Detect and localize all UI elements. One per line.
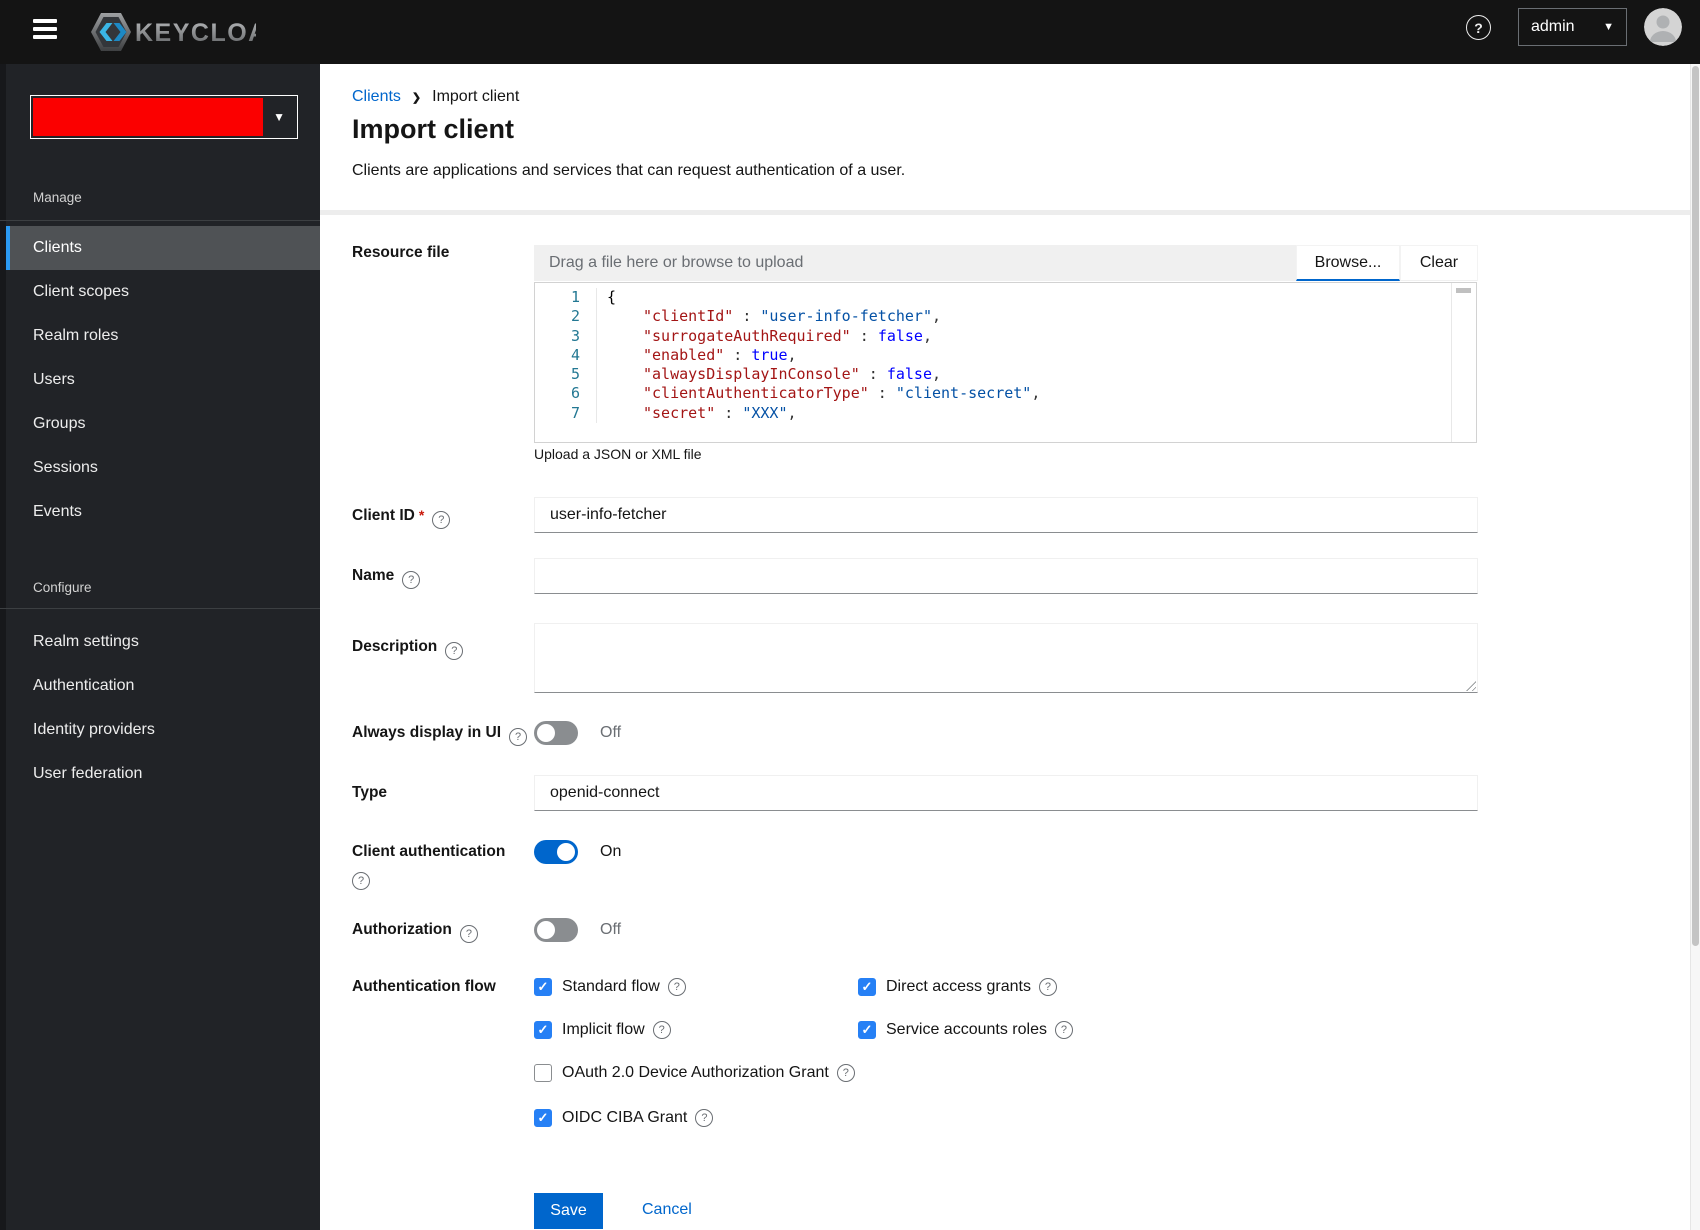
sidebar-item-authentication[interactable]: Authentication [6,664,320,708]
hamburger-menu-icon[interactable] [33,19,59,45]
sidebar-item-groups[interactable]: Groups [6,402,320,446]
browse-button[interactable]: Browse... [1296,245,1400,281]
checkbox-row-service-accounts: Service accounts roles [858,1021,1073,1039]
sidebar-item-clients[interactable]: Clients [6,226,320,270]
name-input[interactable] [534,558,1478,594]
breadcrumb-current: Import client [432,88,520,105]
always-display-help-icon[interactable] [509,728,528,746]
keycloak-logo-image: KEYCLOAK [91,13,286,51]
user-menu-label: admin [1531,18,1575,35]
always-display-label: Always display in UI [352,723,528,746]
client-id-input[interactable] [534,497,1478,533]
authorization-toggle[interactable] [534,918,578,942]
type-label: Type [352,784,388,801]
oidc-ciba-grant-checkbox[interactable] [534,1109,552,1127]
service-accounts-roles-help-icon[interactable] [1054,1021,1073,1039]
sidebar-item-identity-providers[interactable]: Identity providers [6,708,320,752]
always-display-toggle[interactable] [534,721,578,745]
oauth-device-grant-checkbox[interactable] [534,1064,552,1082]
authorization-help-icon[interactable] [459,925,478,943]
divider [0,608,320,609]
resource-file-helper: Upload a JSON or XML file [534,446,702,462]
sidebar: Manage Clients Client scopes Realm roles… [0,64,320,1230]
sidebar-item-sessions[interactable]: Sessions [6,446,320,490]
nav-group-manage: Manage [33,190,82,205]
sidebar-item-events[interactable]: Events [6,490,320,534]
type-input[interactable] [534,775,1478,811]
checkbox-row-standard-flow: Standard flow [534,978,686,996]
resource-file-label: Resource file [352,244,450,261]
clear-button[interactable]: Clear [1400,245,1478,281]
description-label: Description [352,637,528,660]
direct-access-grants-help-icon[interactable] [1038,978,1057,996]
page-scrollbar[interactable] [1690,64,1700,1230]
sidebar-item-users[interactable]: Users [6,358,320,402]
page-subtitle: Clients are applications and services th… [352,162,906,179]
checkbox-row-oidc-ciba-grant: OIDC CIBA Grant [534,1109,714,1127]
divider [0,220,320,221]
top-bar: KEYCLOAK admin [0,0,1700,64]
direct-access-grants-checkbox[interactable] [858,978,876,996]
implicit-flow-checkbox[interactable] [534,1021,552,1039]
save-button[interactable]: Save [534,1193,603,1229]
realm-name-redacted [33,98,263,136]
auth-flow-label: Authentication flow [352,978,496,995]
client-id-help-icon[interactable] [432,511,451,529]
resource-file-drop-input[interactable] [534,245,1296,281]
description-help-icon[interactable] [445,642,464,660]
chevron-down-icon [273,110,285,124]
realm-selector[interactable] [30,95,298,139]
client-auth-label: Client authentication [352,842,528,890]
sidebar-item-realm-settings[interactable]: Realm settings [6,620,320,664]
json-code-editor[interactable]: 1{ 2 "clientId" : "user-info-fetcher", 3 "… [534,282,1477,443]
client-auth-toggle[interactable] [534,840,578,864]
authorization-label: Authorization [352,920,528,943]
required-asterisk: * [418,507,425,523]
editor-scrollbar[interactable] [1451,283,1476,442]
code-lines: 1{ 2 "clientId" : "user-info-fetcher", 3 "… [535,288,1451,424]
standard-flow-checkbox[interactable] [534,978,552,996]
keycloak-logo[interactable]: KEYCLOAK [88,10,286,59]
divider [320,210,1700,215]
breadcrumb-clients-link[interactable]: Clients [352,88,401,106]
avatar-icon [1644,8,1682,46]
standard-flow-help-icon[interactable] [667,978,686,996]
sidebar-item-user-federation[interactable]: User federation [6,752,320,796]
nav-group-configure: Configure [33,580,92,595]
implicit-flow-help-icon[interactable] [652,1021,671,1039]
avatar[interactable] [1644,8,1682,46]
brand-text: KEYCLOAK [135,19,256,47]
chevron-right-icon [412,91,421,104]
checkbox-row-oauth-device-grant: OAuth 2.0 Device Authorization Grant [534,1064,855,1082]
checkbox-row-implicit-flow: Implicit flow [534,1021,671,1039]
oauth-device-grant-help-icon[interactable] [836,1064,855,1082]
sidebar-item-realm-roles[interactable]: Realm roles [6,314,320,358]
always-display-state: Off [600,724,622,741]
editor-scrollbar-thumb[interactable] [1456,288,1471,293]
oidc-ciba-grant-help-icon[interactable] [695,1109,714,1127]
service-accounts-roles-checkbox[interactable] [858,1021,876,1039]
breadcrumb: Clients Import client [352,88,519,106]
sidebar-item-client-scopes[interactable]: Client scopes [6,270,320,314]
client-auth-help-icon[interactable] [352,872,370,890]
cancel-link[interactable]: Cancel [642,1201,692,1219]
chevron-down-icon [1603,21,1614,33]
main-content: Clients Import client Import client Clie… [320,64,1700,1230]
user-menu-dropdown[interactable]: admin [1518,8,1627,46]
client-id-label: Client ID * [352,505,528,529]
checkbox-row-direct-access: Direct access grants [858,978,1057,996]
description-textarea[interactable] [534,623,1478,693]
authorization-state: Off [600,921,622,938]
client-auth-state: On [600,843,622,860]
page-title: Import client [352,114,515,144]
name-label: Name [352,566,528,589]
page-scrollbar-thumb[interactable] [1692,66,1699,946]
help-icon[interactable] [1466,15,1491,40]
name-help-icon[interactable] [402,571,421,589]
